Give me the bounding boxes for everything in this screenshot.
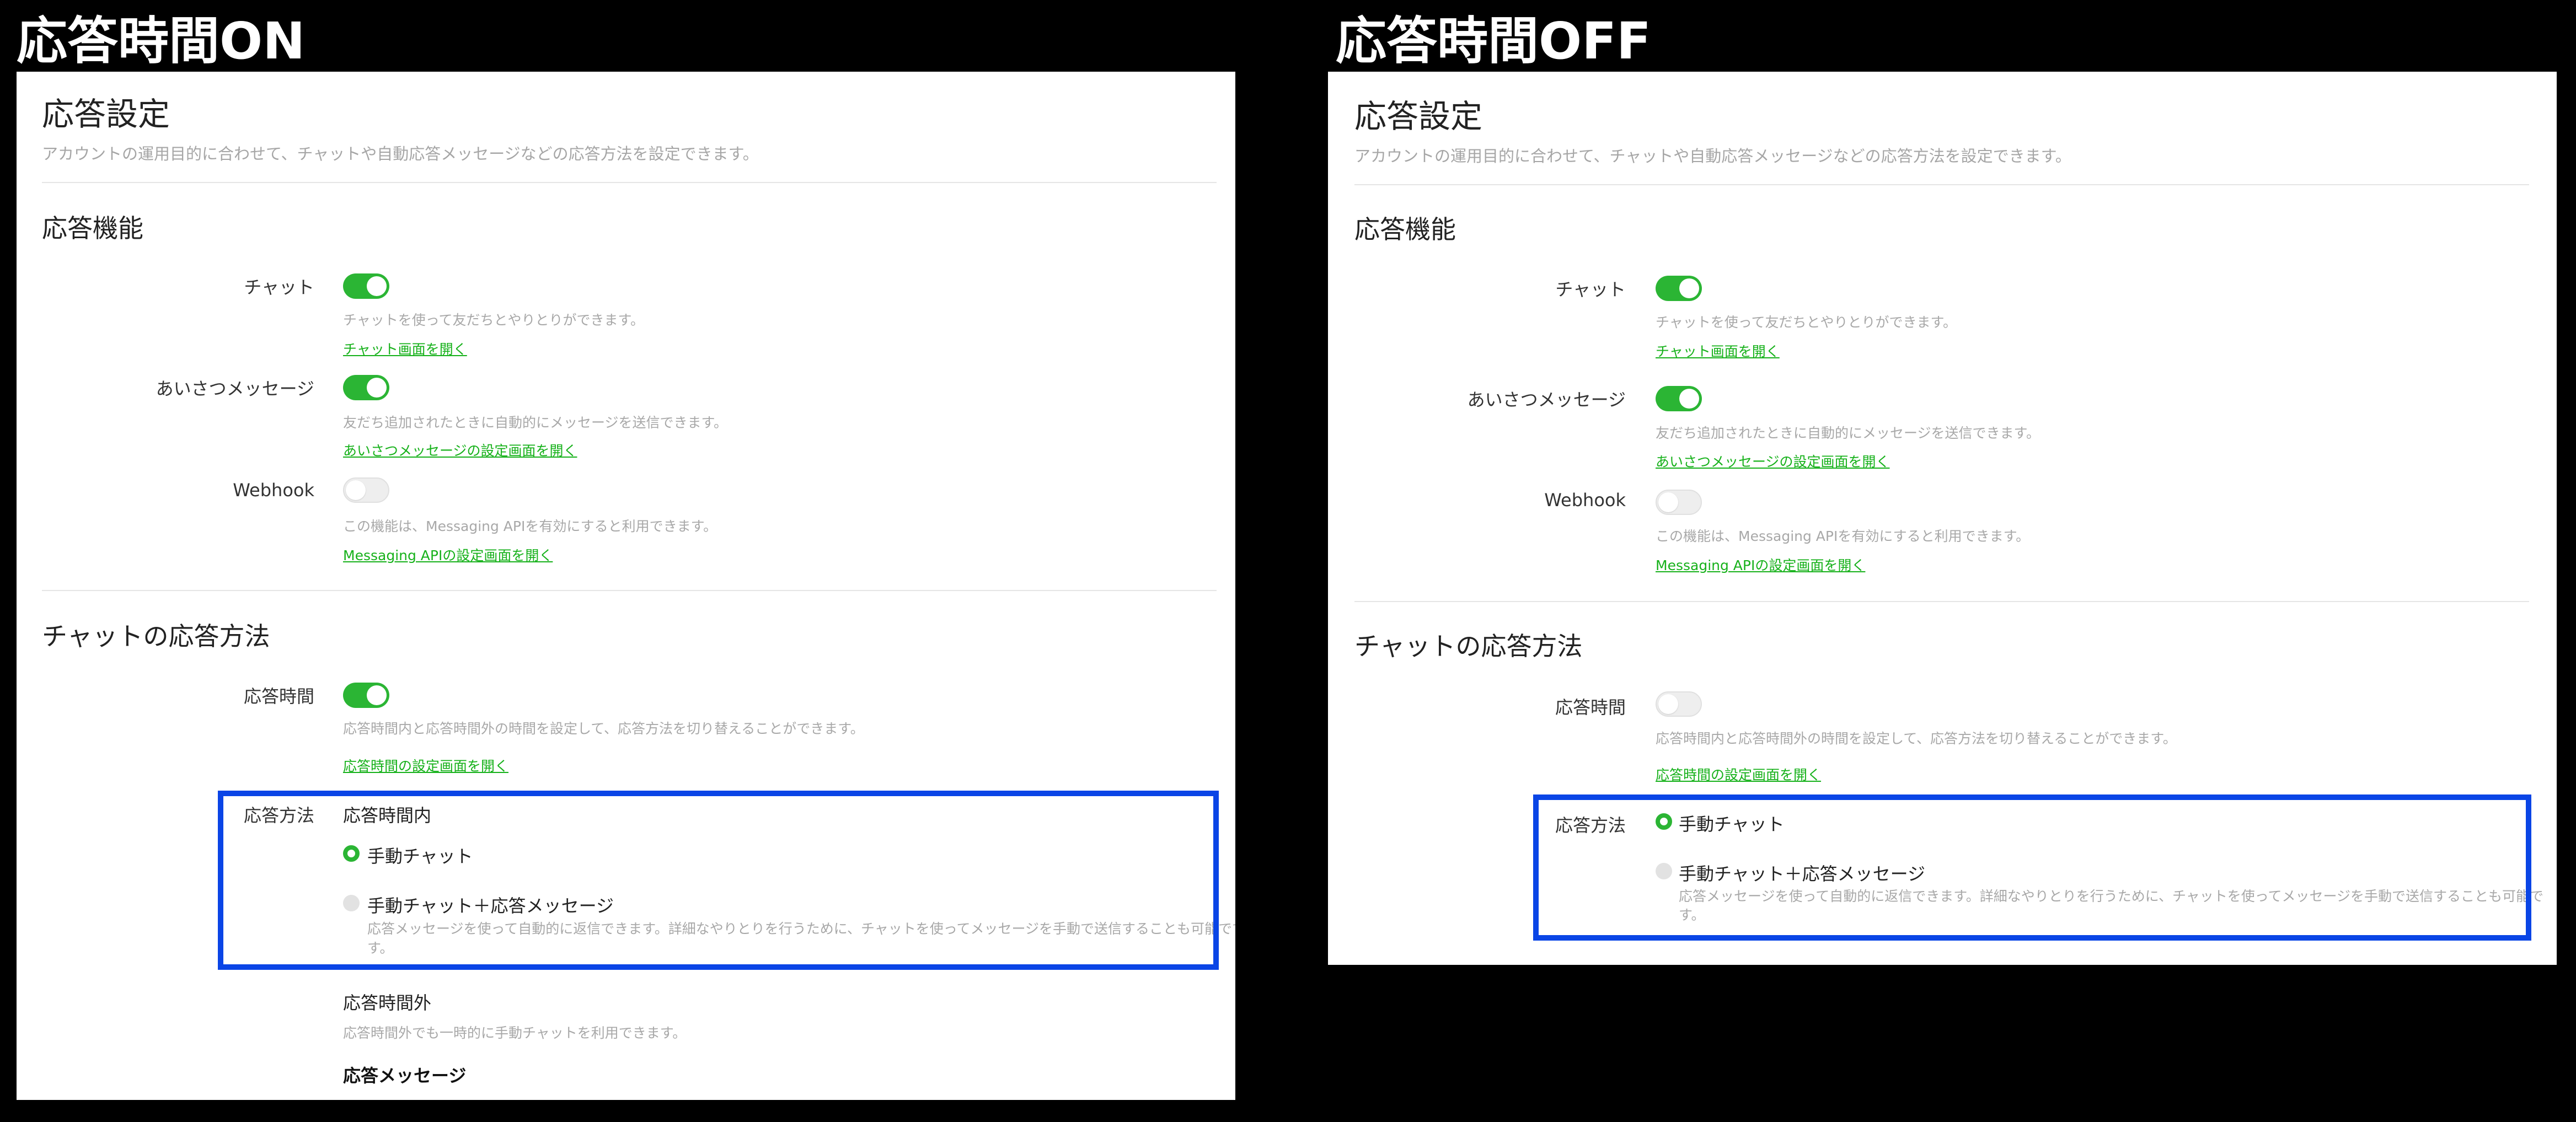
section-heading-features: 応答機能 <box>42 213 143 243</box>
chat-open-link[interactable]: チャット画面を開く <box>343 339 467 358</box>
chat-description: チャットを使って友だちとやりとりができます。 <box>343 312 645 328</box>
highlight-box-response-method-off <box>1533 794 2531 941</box>
divider <box>42 182 1217 183</box>
section-heading-features: 応答機能 <box>1354 214 1456 244</box>
response-time-settings-link[interactable]: 応答時間の設定画面を開く <box>343 755 508 775</box>
response-time-description: 応答時間内と応答時間外の時間を設定して、応答方法を切り替えることができます。 <box>1656 731 2177 747</box>
response-time-settings-link[interactable]: 応答時間の設定画面を開く <box>1656 764 1821 784</box>
greeting-message-settings-link[interactable]: あいさつメッセージの設定画面を開く <box>1656 451 1890 471</box>
webhook-description: この機能は、Messaging APIを有効にすると利用できます。 <box>343 518 717 534</box>
divider <box>42 590 1217 591</box>
response-message-heading: 応答メッセージ <box>343 1065 467 1086</box>
greeting-message-label: あいさつメッセージ <box>1467 389 1626 410</box>
toggle-knob <box>1679 278 1699 298</box>
outside-hours-heading: 応答時間外 <box>343 992 432 1013</box>
banner-title-on: 応答時間ON <box>17 12 306 71</box>
toggle-knob <box>1679 389 1699 409</box>
webhook-toggle[interactable] <box>1656 490 1702 515</box>
toggle-knob <box>367 378 387 398</box>
page-title: 応答設定 <box>1354 98 1483 135</box>
greeting-message-toggle[interactable] <box>1656 386 1702 411</box>
chat-open-link[interactable]: チャット画面を開く <box>1656 341 1780 361</box>
webhook-description: この機能は、Messaging APIを有効にすると利用できます。 <box>1656 528 2030 544</box>
greeting-message-description: 友だち追加されたときに自動的にメッセージを送信できます。 <box>1656 425 2041 441</box>
outside-hours-description: 応答時間外でも一時的に手動チャットを利用できます。 <box>343 1025 687 1041</box>
messaging-api-settings-link[interactable]: Messaging APIの設定画面を開く <box>1656 555 1865 575</box>
toggle-knob <box>346 480 366 500</box>
response-time-toggle[interactable] <box>343 683 389 708</box>
highlight-box-response-method-on <box>218 791 1219 970</box>
webhook-label: Webhook <box>233 480 314 501</box>
greeting-message-description: 友だち追加されたときに自動的にメッセージを送信できます。 <box>343 415 728 431</box>
banner-title-off: 応答時間OFF <box>1336 12 1651 71</box>
section-heading-chat-method: チャットの応答方法 <box>42 621 270 651</box>
webhook-toggle[interactable] <box>343 477 389 503</box>
page-subtitle: アカウントの運用目的に合わせて、チャットや自動応答メッセージなどの応答方法を設定… <box>1354 147 2071 165</box>
toggle-knob <box>1658 694 1678 714</box>
messaging-api-settings-link[interactable]: Messaging APIの設定画面を開く <box>343 545 553 565</box>
page-title: 応答設定 <box>42 95 170 133</box>
greeting-message-settings-link[interactable]: あいさつメッセージの設定画面を開く <box>343 440 577 460</box>
chat-toggle[interactable] <box>1656 276 1702 301</box>
greeting-message-toggle[interactable] <box>343 375 389 400</box>
response-time-label: 応答時間 <box>243 686 314 707</box>
divider <box>1354 601 2529 602</box>
response-time-description: 応答時間内と応答時間外の時間を設定して、応答方法を切り替えることができます。 <box>343 721 864 737</box>
webhook-label: Webhook <box>1544 490 1626 511</box>
chat-toggle[interactable] <box>343 273 389 299</box>
page-subtitle: アカウントの運用目的に合わせて、チャットや自動応答メッセージなどの応答方法を設定… <box>42 144 759 163</box>
divider <box>1354 184 2529 185</box>
chat-label: チャット <box>1555 279 1626 300</box>
chat-label: チャット <box>244 277 314 298</box>
chat-description: チャットを使って友だちとやりとりができます。 <box>1656 314 1957 330</box>
greeting-message-label: あいさつメッセージ <box>156 378 314 399</box>
section-heading-chat-method: チャットの応答方法 <box>1354 631 1583 661</box>
toggle-knob <box>367 276 387 296</box>
toggle-knob <box>1658 492 1678 512</box>
response-time-label: 応答時間 <box>1555 697 1626 718</box>
toggle-knob <box>367 685 387 705</box>
response-time-toggle[interactable] <box>1656 691 1702 717</box>
